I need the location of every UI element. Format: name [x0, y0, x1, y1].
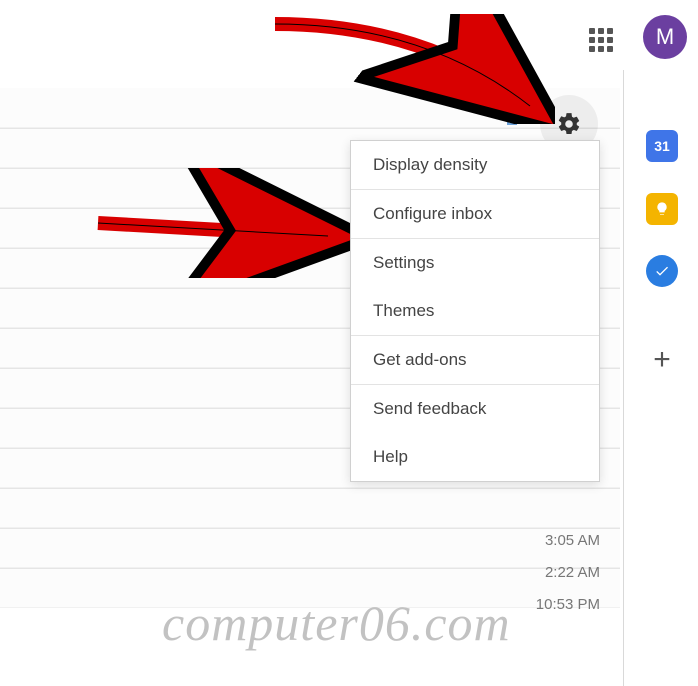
watermark-text: computer06.com [162, 594, 511, 652]
menu-item-themes[interactable]: Themes [351, 287, 599, 335]
side-panel-divider [623, 70, 624, 686]
menu-item-get-addons[interactable]: Get add-ons [351, 336, 599, 384]
timestamp: 10:53 PM [520, 589, 600, 621]
timestamp-list: 3:05 AM 2:22 AM 10:53 PM [520, 525, 600, 621]
lightbulb-icon [654, 201, 670, 217]
gear-icon [556, 111, 582, 137]
menu-item-configure-inbox[interactable]: Configure inbox [351, 190, 599, 238]
timestamp: 2:22 AM [520, 557, 600, 589]
calendar-sidepanel-icon[interactable]: 31 [646, 130, 678, 162]
menu-item-settings[interactable]: Settings [351, 239, 599, 287]
input-tools-dropdown[interactable] [507, 110, 529, 126]
timestamp: 3:05 AM [520, 525, 600, 557]
tasks-sidepanel-icon[interactable] [646, 255, 678, 287]
menu-item-display-density[interactable]: Display density [351, 141, 599, 189]
add-sidepanel-icon[interactable]: + [646, 344, 678, 376]
menu-item-help[interactable]: Help [351, 433, 599, 481]
inbox-row[interactable] [0, 488, 620, 528]
keep-sidepanel-icon[interactable] [646, 193, 678, 225]
checkmark-icon [654, 263, 670, 279]
settings-menu: Display density Configure inbox Settings… [350, 140, 600, 482]
google-apps-icon[interactable] [589, 28, 613, 52]
menu-item-send-feedback[interactable]: Send feedback [351, 385, 599, 433]
account-avatar[interactable]: M [643, 15, 687, 59]
